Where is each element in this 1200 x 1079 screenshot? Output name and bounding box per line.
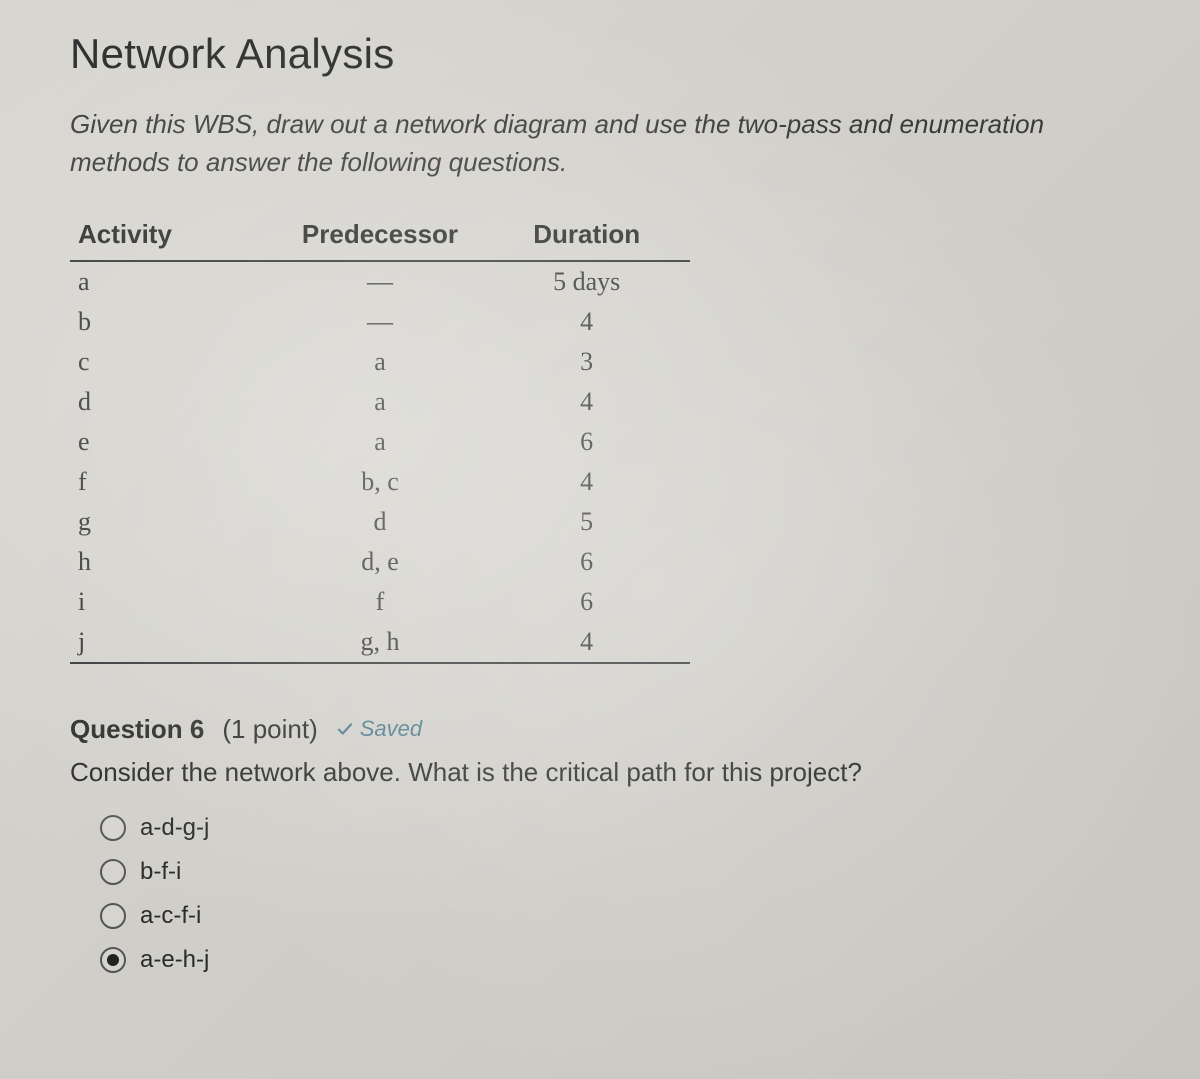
- radio-button[interactable]: [100, 947, 126, 973]
- question-points: (1 point): [222, 714, 317, 745]
- th-predecessor: Predecessor: [277, 209, 484, 261]
- wbs-table: Activity Predecessor Duration a—5 daysb—…: [70, 209, 690, 664]
- cell-activity: e: [70, 422, 277, 462]
- question-header: Question 6 (1 point) Saved: [70, 714, 1130, 745]
- cell-activity: h: [70, 542, 277, 582]
- cell-activity: i: [70, 582, 277, 622]
- answer-option[interactable]: a-d-g-j: [100, 814, 1130, 842]
- cell-activity: c: [70, 342, 277, 382]
- table-row: a—5 days: [70, 261, 690, 302]
- cell-predecessor: d, e: [277, 542, 484, 582]
- wbs-table-body: a—5 daysb—4ca3da4ea6fb, c4gd5hd, e6if6jg…: [70, 261, 690, 663]
- answer-option[interactable]: a-e-h-j: [100, 946, 1130, 974]
- cell-predecessor: —: [277, 261, 484, 302]
- cell-predecessor: —: [277, 302, 484, 342]
- table-row: b—4: [70, 302, 690, 342]
- answer-option[interactable]: b-f-i: [100, 858, 1130, 886]
- radio-button[interactable]: [100, 903, 126, 929]
- cell-duration: 5: [483, 502, 690, 542]
- cell-duration: 3: [483, 342, 690, 382]
- option-label: a-c-f-i: [140, 902, 201, 930]
- radio-button[interactable]: [100, 815, 126, 841]
- cell-activity: f: [70, 462, 277, 502]
- table-row: ca3: [70, 342, 690, 382]
- cell-predecessor: a: [277, 342, 484, 382]
- table-row: da4: [70, 382, 690, 422]
- cell-activity: d: [70, 382, 277, 422]
- check-icon: [336, 720, 354, 738]
- th-duration: Duration: [483, 209, 690, 261]
- cell-predecessor: b, c: [277, 462, 484, 502]
- cell-duration: 4: [483, 382, 690, 422]
- cell-predecessor: f: [277, 582, 484, 622]
- cell-duration: 6: [483, 542, 690, 582]
- page-title: Network Analysis: [70, 30, 1130, 78]
- cell-predecessor: a: [277, 422, 484, 462]
- cell-duration: 6: [483, 422, 690, 462]
- option-label: b-f-i: [140, 858, 181, 886]
- cell-predecessor: d: [277, 502, 484, 542]
- cell-activity: g: [70, 502, 277, 542]
- cell-duration: 6: [483, 582, 690, 622]
- cell-activity: j: [70, 622, 277, 663]
- table-row: fb, c4: [70, 462, 690, 502]
- table-row: gd5: [70, 502, 690, 542]
- cell-duration: 4: [483, 622, 690, 663]
- table-row: hd, e6: [70, 542, 690, 582]
- intro-text: Given this WBS, draw out a network diagr…: [70, 106, 1130, 181]
- question-text: Consider the network above. What is the …: [70, 757, 1130, 788]
- th-activity: Activity: [70, 209, 277, 261]
- cell-activity: a: [70, 261, 277, 302]
- cell-duration: 4: [483, 302, 690, 342]
- question-title: Question 6: [70, 714, 204, 745]
- saved-label: Saved: [360, 716, 422, 742]
- table-row: ea6: [70, 422, 690, 462]
- cell-activity: b: [70, 302, 277, 342]
- table-row: if6: [70, 582, 690, 622]
- answer-options: a-d-g-j b-f-i a-c-f-i a-e-h-j: [70, 814, 1130, 974]
- cell-duration: 5 days: [483, 261, 690, 302]
- option-label: a-d-g-j: [140, 814, 209, 842]
- cell-predecessor: a: [277, 382, 484, 422]
- table-row: jg, h4: [70, 622, 690, 663]
- option-label: a-e-h-j: [140, 946, 209, 974]
- cell-duration: 4: [483, 462, 690, 502]
- cell-predecessor: g, h: [277, 622, 484, 663]
- radio-button[interactable]: [100, 859, 126, 885]
- saved-indicator: Saved: [336, 716, 422, 742]
- answer-option[interactable]: a-c-f-i: [100, 902, 1130, 930]
